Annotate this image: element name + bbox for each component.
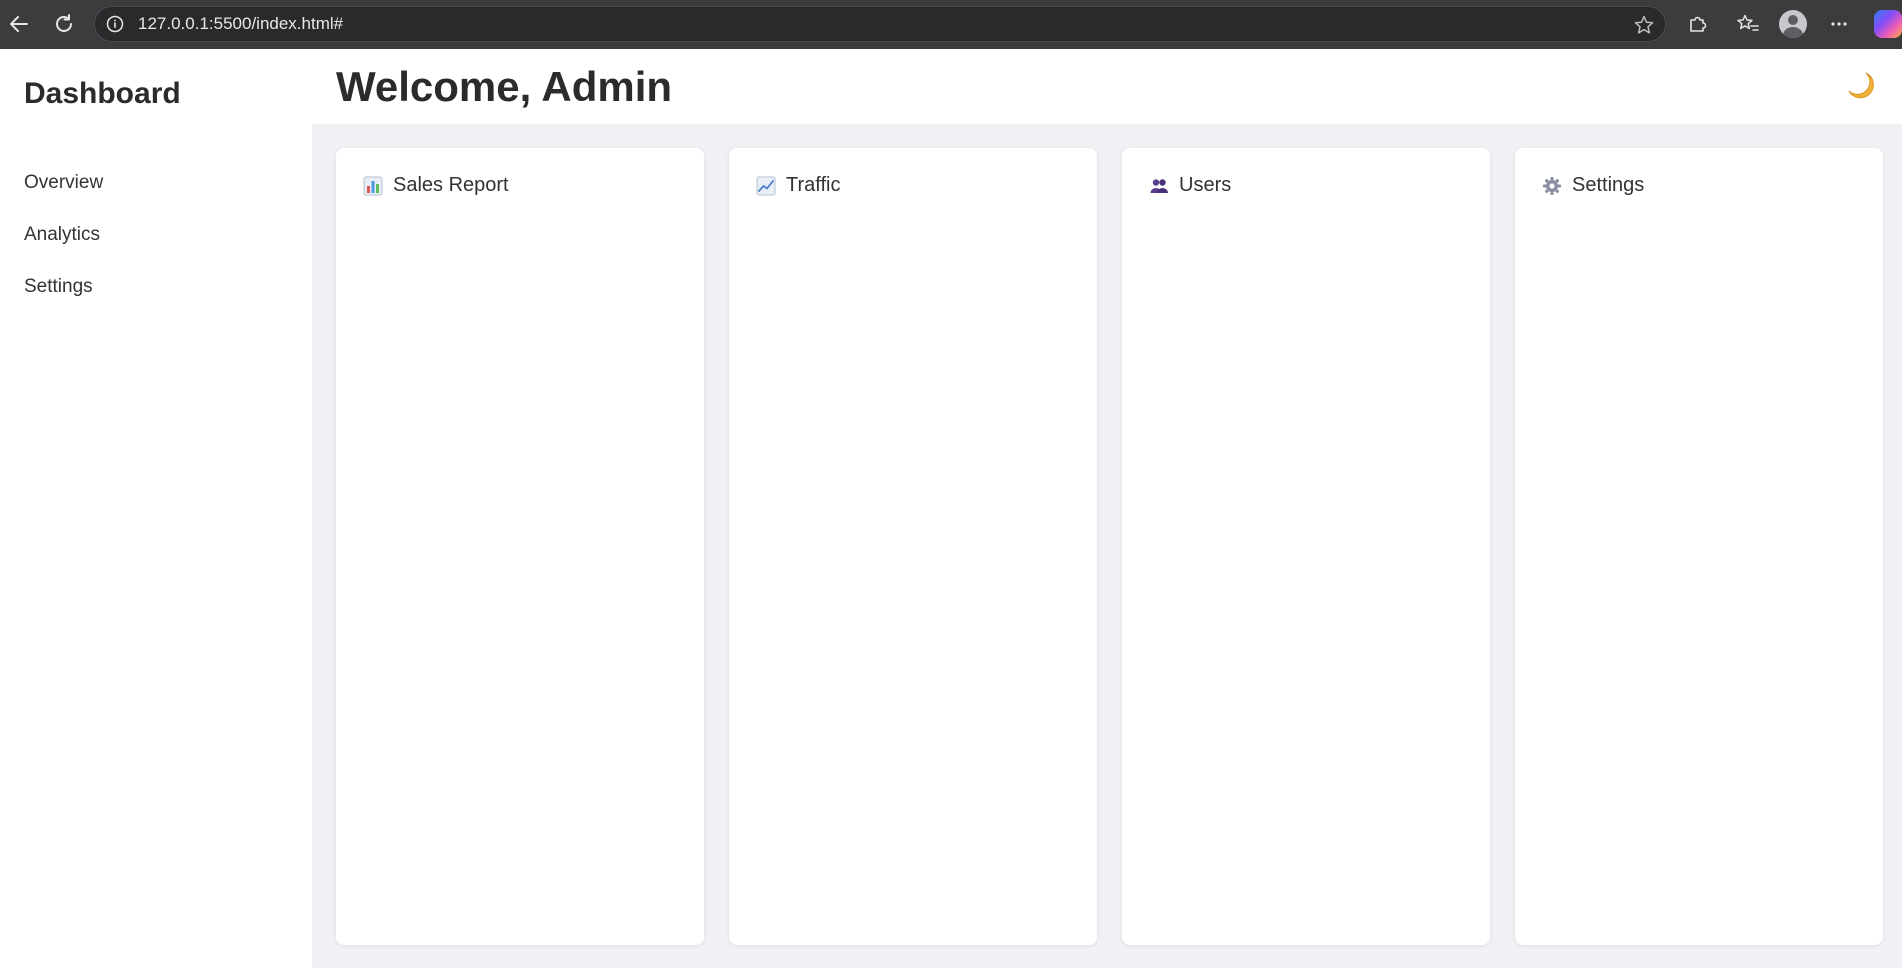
card-title: Users	[1149, 174, 1231, 197]
card-title: Settings	[1542, 174, 1644, 197]
ellipsis-icon	[1831, 22, 1847, 26]
card-sales-report: Sales Report	[336, 148, 704, 945]
back-arrow-icon	[10, 16, 28, 32]
address-bar[interactable]: 127.0.0.1:5500/index.html#	[94, 6, 1666, 42]
more-options-button[interactable]	[1824, 9, 1854, 39]
browser-toolbar: 127.0.0.1:5500/index.html#	[0, 0, 1902, 49]
sidebar: Dashboard Overview Analytics Settings	[0, 49, 312, 968]
card-title-text: Traffic	[786, 174, 841, 196]
back-button[interactable]	[4, 9, 34, 39]
bar-chart-icon	[363, 176, 383, 195]
card-title-text: Sales Report	[393, 174, 509, 196]
card-traffic: Traffic	[729, 148, 1097, 945]
copilot-icon[interactable]	[1874, 10, 1902, 38]
avatar	[1779, 10, 1807, 38]
puzzle-icon	[1690, 16, 1707, 32]
extensions-button[interactable]	[1683, 9, 1713, 39]
line-chart-icon	[756, 176, 776, 195]
sidebar-item-overview[interactable]: Overview	[24, 165, 103, 217]
brand-title: Dashboard	[24, 77, 181, 110]
sidebar-item-analytics[interactable]: Analytics	[24, 217, 103, 269]
card-title: Traffic	[756, 174, 840, 197]
card-title-text: Users	[1179, 174, 1232, 196]
url-text[interactable]: 127.0.0.1:5500/index.html#	[138, 7, 343, 41]
favorites-button[interactable]	[1733, 9, 1763, 39]
header: Welcome, Admin	[312, 49, 1902, 124]
profile-button[interactable]	[1778, 9, 1808, 39]
gear-icon	[1543, 176, 1561, 195]
info-icon[interactable]	[106, 15, 124, 33]
main-content: Sales Report Traffic Users Settings	[312, 124, 1902, 968]
favorite-star-icon[interactable]	[1633, 14, 1655, 36]
card-title-text: Settings	[1572, 174, 1645, 196]
card-settings: Settings	[1515, 148, 1883, 945]
reload-icon	[56, 14, 72, 32]
page-title: Welcome, Admin	[336, 63, 673, 110]
users-icon	[1150, 178, 1168, 193]
card-title: Sales Report	[363, 174, 509, 197]
reload-button[interactable]	[49, 9, 79, 39]
moon-icon[interactable]	[1844, 69, 1878, 103]
favorites-list-icon	[1737, 14, 1759, 31]
sidebar-nav: Overview Analytics Settings	[24, 165, 103, 321]
card-users: Users	[1122, 148, 1490, 945]
sidebar-item-settings[interactable]: Settings	[24, 269, 103, 321]
page: Dashboard Overview Analytics Settings We…	[0, 49, 1902, 968]
